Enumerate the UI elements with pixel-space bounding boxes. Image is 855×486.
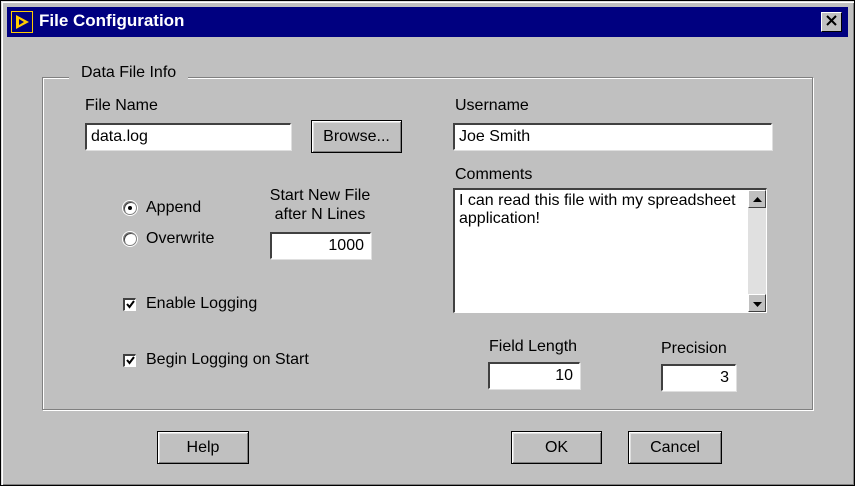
comments-label: Comments	[455, 166, 533, 183]
append-radio-circle	[123, 201, 137, 215]
begin-logging-box	[123, 352, 136, 370]
checkmark-icon	[125, 352, 135, 370]
close-button[interactable]	[821, 12, 842, 32]
help-button[interactable]: Help	[157, 431, 249, 464]
begin-logging-checkbox[interactable]: Begin Logging on Start	[123, 351, 309, 369]
precision-label: Precision	[661, 340, 727, 357]
file-name-label: File Name	[85, 97, 158, 114]
scroll-down-button[interactable]	[748, 294, 766, 312]
overwrite-radio[interactable]: Overwrite	[123, 230, 214, 248]
radio-selected-dot	[128, 206, 132, 210]
field-length-input[interactable]: 10	[488, 362, 580, 389]
close-icon	[826, 13, 837, 31]
begin-logging-label: Begin Logging on Start	[146, 351, 309, 368]
scroll-up-arrow-icon	[752, 190, 762, 208]
scroll-down-arrow-icon	[752, 294, 762, 312]
start-new-file-label-line2: after N Lines	[274, 206, 366, 223]
cancel-button[interactable]: Cancel	[628, 431, 722, 464]
precision-input[interactable]: 3	[661, 364, 736, 391]
append-label: Append	[146, 199, 202, 216]
window-title: File Configuration	[39, 11, 185, 30]
field-length-label: Field Length	[489, 338, 578, 355]
scroll-up-button[interactable]	[748, 190, 766, 208]
checkmark-icon	[125, 296, 135, 314]
browse-button[interactable]: Browse...	[311, 120, 402, 153]
start-new-file-label-line1: Start New File	[269, 187, 371, 204]
start-new-file-input[interactable]: 1000	[270, 232, 371, 259]
enable-logging-checkbox[interactable]: Enable Logging	[123, 295, 257, 313]
enable-logging-label: Enable Logging	[146, 295, 258, 312]
username-label: Username	[455, 97, 529, 114]
labview-icon	[11, 11, 33, 33]
username-input[interactable]: Joe Smith	[453, 123, 772, 150]
comments-text: I can read this file with my spreadsheet…	[459, 192, 736, 227]
ok-button[interactable]: OK	[511, 431, 602, 464]
comments-textarea[interactable]: I can read this file with my spreadsheet…	[453, 188, 767, 313]
dialog-window: File Configuration Data File Info File N…	[0, 0, 855, 486]
overwrite-radio-circle	[123, 232, 137, 246]
overwrite-label: Overwrite	[146, 230, 215, 247]
comments-scrollbar[interactable]	[748, 190, 766, 312]
enable-logging-box	[123, 296, 136, 314]
group-label: Data File Info	[69, 64, 189, 82]
title-bar[interactable]: File Configuration	[7, 7, 848, 37]
file-name-input[interactable]: data.log	[85, 123, 291, 150]
append-radio[interactable]: Append	[123, 199, 201, 217]
